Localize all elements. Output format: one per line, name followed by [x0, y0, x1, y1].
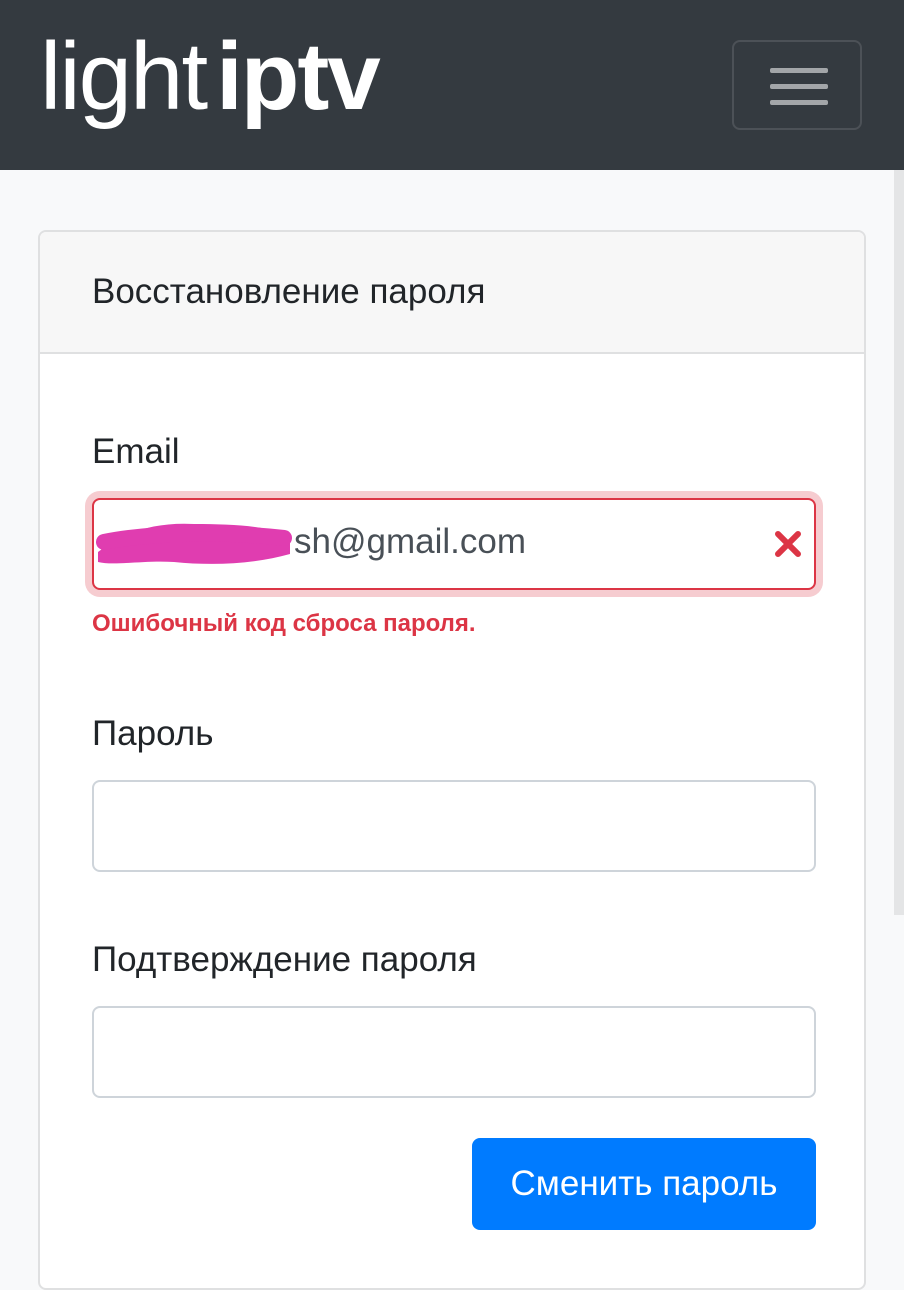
card-header: Восстановление пароля [40, 232, 864, 354]
change-password-button[interactable]: Сменить пароль [472, 1138, 816, 1230]
error-x-icon [775, 531, 801, 557]
password-field[interactable] [92, 780, 816, 872]
page-scrollbar[interactable] [894, 170, 904, 915]
hamburger-menu-icon [770, 66, 828, 106]
confirm-password-label: Подтверждение пароля [92, 940, 477, 979]
brand-logo[interactable]: light iptv [40, 22, 381, 132]
brand-bold-text: iptv [216, 23, 381, 130]
email-value: sh@gmail.com [294, 522, 526, 561]
email-error-message: Ошибочный код сброса пароля. [92, 610, 476, 637]
card-title: Восстановление пароля [92, 272, 486, 311]
email-label: Email [92, 432, 180, 471]
confirm-password-field[interactable] [92, 1006, 816, 1098]
password-reset-card: Восстановление пароля Email sh@gmail.com… [38, 230, 866, 1290]
navbar-toggler-button[interactable] [732, 40, 862, 130]
top-navbar: light iptv [0, 0, 904, 170]
redaction-scribble [96, 523, 292, 564]
brand-light-text: light [40, 23, 208, 130]
email-field[interactable]: sh@gmail.com [92, 498, 816, 590]
password-label: Пароль [92, 714, 214, 753]
